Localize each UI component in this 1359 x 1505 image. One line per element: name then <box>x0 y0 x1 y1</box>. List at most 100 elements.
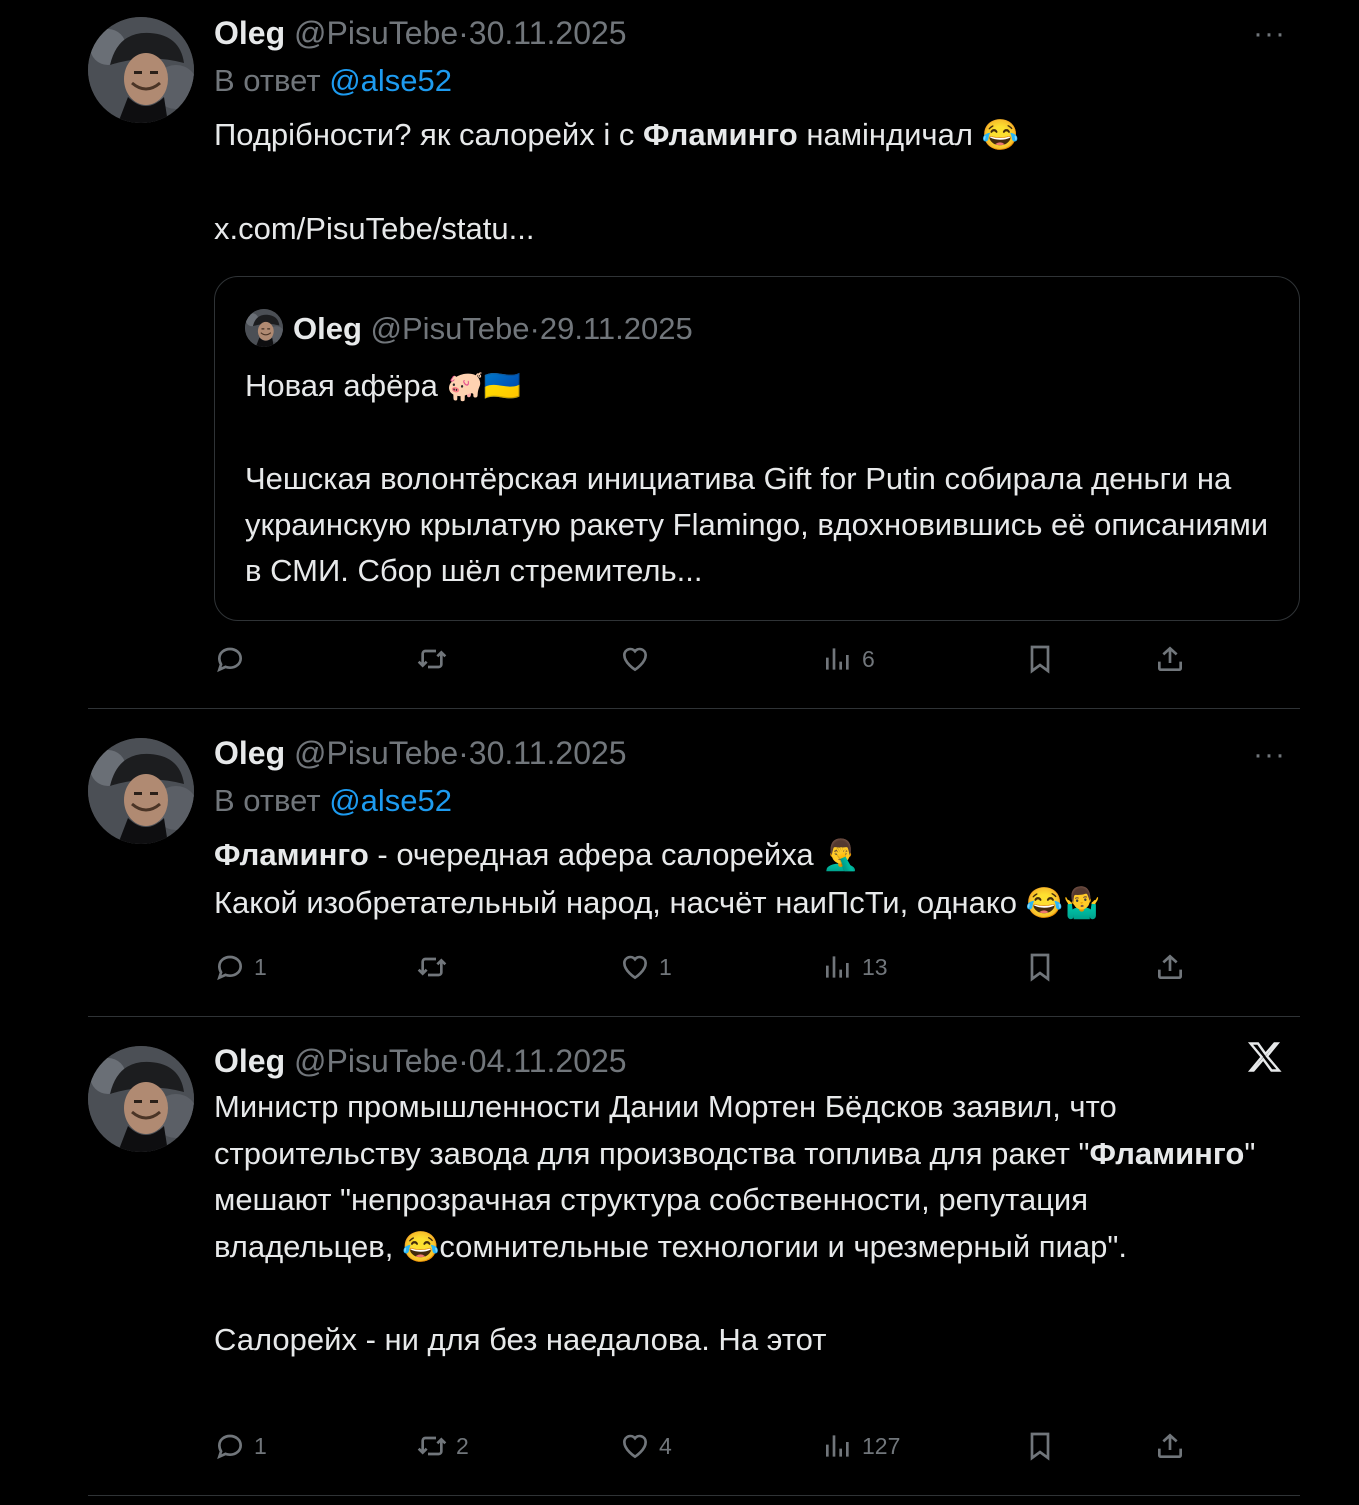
avatar[interactable] <box>88 17 194 123</box>
tweet-date[interactable]: 30.11.2025 <box>469 735 627 771</box>
reply-icon <box>214 951 246 983</box>
text-part: Какой изобретательный народ, насчёт наиП… <box>214 884 1026 920</box>
views-icon <box>822 643 854 675</box>
quote-paragraph: Чешская волонтёрская инициатива Gift for… <box>245 461 1269 588</box>
tweet-header: Oleg @PisuTebe·30.11.2025 <box>214 730 1300 776</box>
quote-line: Новая афёра <box>245 368 447 403</box>
repost-icon <box>416 643 448 675</box>
views-icon <box>822 1430 854 1462</box>
reply-prefix: В ответ <box>214 783 321 818</box>
separator-dot: · <box>529 311 540 346</box>
like-button[interactable] <box>619 637 659 681</box>
tweet-link[interactable]: x.com/PisuTebe/statu... <box>214 206 1300 253</box>
action-bar: 1 1 13 <box>214 945 1314 989</box>
bookmark-button[interactable] <box>1024 1424 1056 1468</box>
text-part: - очередная афера салорейха <box>368 837 823 872</box>
text-bold: Фламинго <box>642 117 798 152</box>
share-button[interactable] <box>1154 945 1186 989</box>
bookmark-icon <box>1024 1430 1056 1462</box>
share-icon <box>1154 1430 1186 1462</box>
author-name[interactable]: Oleg <box>214 735 285 771</box>
author-handle[interactable]: @PisuTebe <box>294 1043 458 1079</box>
bookmark-button[interactable] <box>1024 945 1056 989</box>
share-icon <box>1154 951 1186 983</box>
laugh-shrug-emoji: 😂🤷‍♂️ <box>1025 886 1101 920</box>
like-button[interactable]: 4 <box>619 1424 672 1468</box>
like-icon <box>619 643 651 675</box>
reply-button[interactable]: 1 <box>214 1424 267 1468</box>
separator-dot: · <box>458 735 469 771</box>
text-part: Салорейх - ни для без наедалова. На этот <box>214 1322 827 1357</box>
tweet-header: Oleg @PisuTebe·30.11.2025 <box>214 10 1300 56</box>
text-bold: Фламинго <box>214 837 369 872</box>
views-button[interactable]: 13 <box>822 945 888 989</box>
author-handle[interactable]: @PisuTebe <box>294 15 458 51</box>
tweet[interactable]: Oleg @PisuTebe·04.11.2025 Министр промыш… <box>88 1017 1300 1496</box>
text-part: Министр промышленности Дании Мортен Бёдс… <box>214 1089 1117 1171</box>
reply-context: В ответ @alse52 <box>214 776 1300 826</box>
reply-icon <box>214 643 246 675</box>
avatar[interactable] <box>88 1046 194 1152</box>
quote-author-handle: @PisuTebe <box>370 311 530 346</box>
views-button[interactable]: 6 <box>822 637 875 681</box>
quote-author-name: Oleg <box>293 311 362 346</box>
views-count: 6 <box>862 645 875 672</box>
text-bold: Фламинго <box>1089 1135 1245 1171</box>
share-button[interactable] <box>1154 637 1186 681</box>
bookmark-button[interactable] <box>1024 637 1056 681</box>
quote-text: Новая афёра 🐖🇺🇦 Чешская волонтёрская ини… <box>245 363 1269 594</box>
repost-icon <box>416 951 448 983</box>
tweet-text: Подрібности? як салорейх і с Фламинго на… <box>214 112 1300 160</box>
pig-flag-emoji: 🐖🇺🇦 <box>446 370 522 403</box>
reply-mention[interactable]: @alse52 <box>329 63 452 98</box>
bookmark-icon <box>1024 643 1056 675</box>
bookmark-icon <box>1024 951 1056 983</box>
views-count: 127 <box>862 1432 901 1459</box>
views-icon <box>822 951 854 983</box>
repost-count: 2 <box>456 1432 469 1459</box>
action-bar: 6 <box>214 637 1314 681</box>
repost-button[interactable] <box>416 945 456 989</box>
tweet-text: Министр промышленности Дании Мортен Бёдс… <box>214 1084 1274 1364</box>
like-button[interactable]: 1 <box>619 945 672 989</box>
quote-header: Oleg @PisuTebe·29.11.2025 <box>245 307 693 351</box>
tweet-text: Фламинго - очередная афера салорейха 🤦‍♂… <box>214 832 1300 927</box>
author-name[interactable]: Oleg <box>214 1043 285 1079</box>
laugh-emoji: 😂 <box>981 119 1019 152</box>
reply-count: 1 <box>254 1432 267 1459</box>
views-button[interactable]: 127 <box>822 1424 900 1468</box>
text-part: наміндичал <box>797 117 982 152</box>
like-icon <box>619 951 651 983</box>
separator-dot: · <box>458 15 469 51</box>
reply-mention[interactable]: @alse52 <box>329 783 452 818</box>
action-bar: 1 2 4 127 <box>214 1424 1314 1468</box>
author-handle[interactable]: @PisuTebe <box>294 735 458 771</box>
tweet-date[interactable]: 30.11.2025 <box>469 15 627 51</box>
tweet[interactable]: ··· Oleg @PisuTebe·30.11.2025 В ответ @a… <box>88 0 1300 709</box>
reply-icon <box>214 1430 246 1462</box>
facepalm-emoji: 🤦‍♂️ <box>822 839 860 872</box>
text-part: Подрібности? як салорейх і с <box>214 117 643 152</box>
share-button[interactable] <box>1154 1424 1186 1468</box>
like-icon <box>619 1430 651 1462</box>
separator-dot: · <box>458 1043 469 1079</box>
tweet-header: Oleg @PisuTebe·04.11.2025 <box>214 1038 1300 1084</box>
reply-button[interactable] <box>214 637 254 681</box>
quoted-tweet[interactable]: Oleg @PisuTebe·29.11.2025 Новая афёра 🐖🇺… <box>214 276 1300 621</box>
tweet[interactable]: ··· Oleg @PisuTebe·30.11.2025 В ответ @a… <box>88 709 1300 1017</box>
share-icon <box>1154 643 1186 675</box>
reply-context: В ответ @alse52 <box>214 56 1300 106</box>
quote-date: 29.11.2025 <box>539 311 693 346</box>
tweet-date[interactable]: 04.11.2025 <box>469 1043 627 1079</box>
author-name[interactable]: Oleg <box>214 15 285 51</box>
avatar[interactable] <box>88 738 194 844</box>
text-part: сомнительные технологии и чрезмерный пиа… <box>439 1228 1127 1264</box>
repost-button[interactable] <box>416 637 456 681</box>
like-count: 4 <box>659 1432 672 1459</box>
repost-button[interactable]: 2 <box>416 1424 469 1468</box>
laugh-emoji: 😂 <box>401 1230 440 1264</box>
reply-count: 1 <box>254 953 267 980</box>
reply-button[interactable]: 1 <box>214 945 267 989</box>
quote-avatar <box>245 308 283 347</box>
views-count: 13 <box>862 953 888 980</box>
